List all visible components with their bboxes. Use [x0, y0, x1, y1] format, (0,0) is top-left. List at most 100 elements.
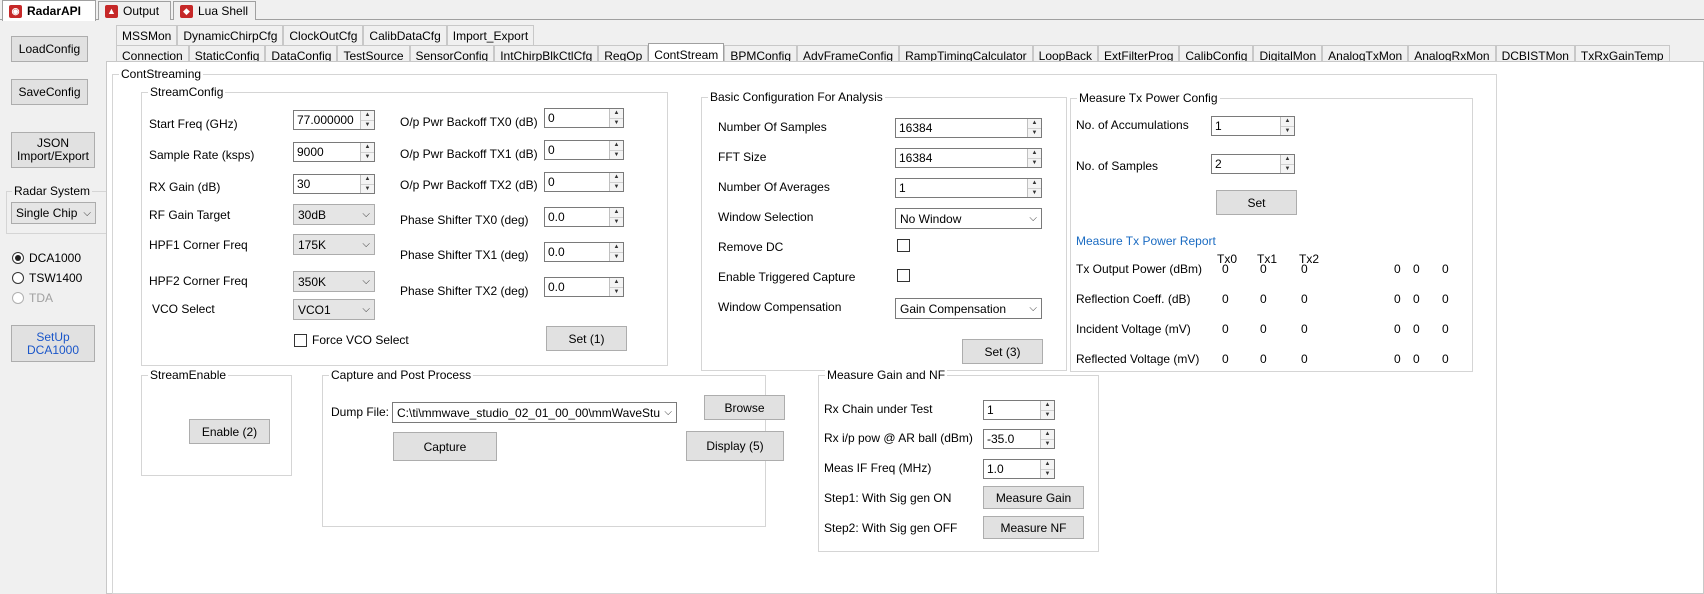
- tx1-backoff-input[interactable]: 0 ▲ ▼: [544, 140, 624, 160]
- spin-arrows-icon[interactable]: ▲ ▼: [1040, 401, 1054, 419]
- spin-arrows-icon[interactable]: ▲ ▼: [1040, 460, 1054, 478]
- window-comp-select[interactable]: Gain Compensation ⌵: [895, 298, 1042, 319]
- remove-dc-checkbox[interactable]: [897, 239, 910, 252]
- spin-arrows-icon[interactable]: ▲ ▼: [1027, 149, 1041, 167]
- spin-arrows-icon[interactable]: ▲ ▼: [1027, 179, 1041, 197]
- tx-report-value: 0: [1301, 322, 1308, 336]
- hpf2-select[interactable]: 350K ⌵: [293, 271, 375, 292]
- phase-tx1-input[interactable]: 0.0 ▲ ▼: [544, 242, 624, 262]
- spin-arrows-icon[interactable]: ▲ ▼: [360, 175, 374, 193]
- tx-report-value: 0: [1394, 262, 1401, 276]
- radar-system-select[interactable]: Single Chip ⌵: [11, 202, 96, 224]
- remove-dc-label: Remove DC: [718, 240, 784, 254]
- enable-2-button[interactable]: Enable (2): [189, 419, 270, 444]
- radio-dot: [12, 292, 24, 304]
- spin-arrows-icon[interactable]: ▲ ▼: [360, 111, 374, 129]
- tx-report-value: 0: [1413, 322, 1420, 336]
- start-freq-input[interactable]: 77.000000 ▲ ▼: [293, 110, 375, 130]
- tx-power-report-label: Measure Tx Power Report: [1076, 234, 1216, 248]
- measure-gain-button[interactable]: Measure Gain: [983, 486, 1084, 509]
- tx0-backoff-input[interactable]: 0 ▲ ▼: [544, 108, 624, 128]
- spin-arrows-icon[interactable]: ▲ ▼: [1040, 430, 1054, 448]
- fft-size-label: FFT Size: [718, 150, 767, 164]
- radio-dot: [12, 252, 24, 264]
- load-config-button[interactable]: LoadConfig: [11, 36, 88, 62]
- dump-file-select[interactable]: C:\ti\mmwave_studio_02_01_00_00\mmWaveSt…: [392, 402, 677, 423]
- vco-select[interactable]: VCO1 ⌵: [293, 299, 375, 320]
- browse-button[interactable]: Browse: [704, 395, 785, 420]
- radio-dot: [12, 272, 24, 284]
- force-vco-checkbox[interactable]: [294, 334, 307, 347]
- spin-arrows-icon[interactable]: ▲ ▼: [609, 173, 623, 191]
- tab-dynamicchirpcfg[interactable]: DynamicChirpCfg: [177, 25, 284, 45]
- cont-stream-panel: ContStreaming StreamConfig Start Freq (G…: [106, 61, 1704, 594]
- triggered-capture-checkbox[interactable]: [897, 269, 910, 282]
- tx-report-value: 0: [1442, 262, 1449, 276]
- tab-import-export[interactable]: Import_Export: [446, 25, 535, 45]
- rx-chain-input[interactable]: 1 ▲ ▼: [983, 400, 1055, 420]
- phase-tx0-input[interactable]: 0.0 ▲ ▼: [544, 207, 624, 227]
- display-5-button[interactable]: Display (5): [686, 431, 784, 461]
- tx-report-row-label: Incident Voltage (mV): [1076, 322, 1191, 336]
- rx-pow-input[interactable]: -35.0 ▲ ▼: [983, 429, 1055, 449]
- accumulations-input[interactable]: 1 ▲ ▼: [1211, 116, 1295, 136]
- fft-size-input[interactable]: 16384 ▲ ▼: [895, 148, 1042, 168]
- tx-report-value: 0: [1222, 262, 1229, 276]
- hpf1-select[interactable]: 175K ⌵: [293, 234, 375, 255]
- json-import-export-button[interactable]: JSON Import/Export: [11, 132, 95, 168]
- rx-gain-input[interactable]: 30 ▲ ▼: [293, 174, 375, 194]
- output-icon: ▲: [105, 4, 118, 18]
- tab-output[interactable]: ▲ Output: [98, 1, 171, 20]
- spin-arrows-icon[interactable]: ▲ ▼: [1280, 117, 1294, 135]
- spin-arrows-icon[interactable]: ▲ ▼: [609, 278, 623, 296]
- tab-radarapi[interactable]: ◉ RadarAPI: [2, 0, 96, 21]
- rf-gain-select[interactable]: 30dB ⌵: [293, 204, 375, 225]
- spin-arrows-icon[interactable]: ▲ ▼: [609, 109, 623, 127]
- setup-dca1000-button[interactable]: SetUp DCA1000: [11, 325, 95, 362]
- phase-tx2-input[interactable]: 0.0 ▲ ▼: [544, 277, 624, 297]
- tx-samples-input[interactable]: 2 ▲ ▼: [1211, 154, 1295, 174]
- analysis-group: Basic Configuration For Analysis: [701, 90, 1067, 371]
- radar-icon: ◉: [9, 4, 22, 18]
- tx-report-value: 0: [1413, 352, 1420, 366]
- tx0-backoff-label: O/p Pwr Backoff TX0 (dB): [400, 115, 538, 129]
- spin-arrows-icon[interactable]: ▲ ▼: [1280, 155, 1294, 173]
- tab-calibdatacfg[interactable]: CalibDataCfg: [363, 25, 447, 45]
- tx-report-value: 0: [1301, 292, 1308, 306]
- tab-lua-shell[interactable]: ◆ Lua Shell: [173, 1, 256, 20]
- phase-tx0-label: Phase Shifter TX0 (deg): [400, 213, 529, 227]
- tx-report-row-label: Tx Output Power (dBm): [1076, 262, 1203, 276]
- radio-tsw1400[interactable]: TSW1400: [12, 271, 82, 285]
- tab-mssmon[interactable]: MSSMon: [116, 25, 178, 45]
- save-config-button[interactable]: SaveConfig: [11, 79, 88, 105]
- num-samples-input[interactable]: 16384 ▲ ▼: [895, 118, 1042, 138]
- step1-label: Step1: With Sig gen ON: [824, 491, 952, 505]
- radio-dca1000[interactable]: DCA1000: [12, 251, 81, 265]
- stream-config-group: StreamConfig: [141, 85, 668, 366]
- tab-clockoutcfg[interactable]: ClockOutCfg: [283, 25, 364, 45]
- spin-arrows-icon[interactable]: ▲ ▼: [609, 141, 623, 159]
- spin-arrows-icon[interactable]: ▲ ▼: [609, 208, 623, 226]
- tx-report-value: 0: [1394, 322, 1401, 336]
- tx-report-value: 0: [1442, 352, 1449, 366]
- capture-button[interactable]: Capture: [393, 432, 497, 461]
- spin-arrows-icon[interactable]: ▲ ▼: [1027, 119, 1041, 137]
- tx-report-value: 0: [1442, 322, 1449, 336]
- chevron-down-icon: ⌵: [83, 207, 91, 219]
- if-freq-input[interactable]: 1.0 ▲ ▼: [983, 459, 1055, 479]
- tx1-backoff-label: O/p Pwr Backoff TX1 (dB): [400, 147, 538, 161]
- window-selection-select[interactable]: No Window ⌵: [895, 208, 1042, 229]
- set-tx-power-button[interactable]: Set: [1216, 190, 1297, 215]
- num-averages-input[interactable]: 1 ▲ ▼: [895, 178, 1042, 198]
- num-averages-label: Number Of Averages: [718, 180, 830, 194]
- tx2-backoff-input[interactable]: 0 ▲ ▼: [544, 172, 624, 192]
- measure-nf-button[interactable]: Measure NF: [983, 516, 1084, 539]
- sample-rate-input[interactable]: 9000 ▲ ▼: [293, 142, 375, 162]
- phase-tx2-label: Phase Shifter TX2 (deg): [400, 284, 529, 298]
- spin-arrows-icon[interactable]: ▲ ▼: [609, 243, 623, 261]
- set-1-button[interactable]: Set (1): [546, 326, 627, 351]
- lua-icon: ◆: [180, 4, 193, 18]
- spin-arrows-icon[interactable]: ▲ ▼: [360, 143, 374, 161]
- set-3-button[interactable]: Set (3): [962, 339, 1043, 364]
- sample-rate-label: Sample Rate (ksps): [149, 148, 255, 162]
